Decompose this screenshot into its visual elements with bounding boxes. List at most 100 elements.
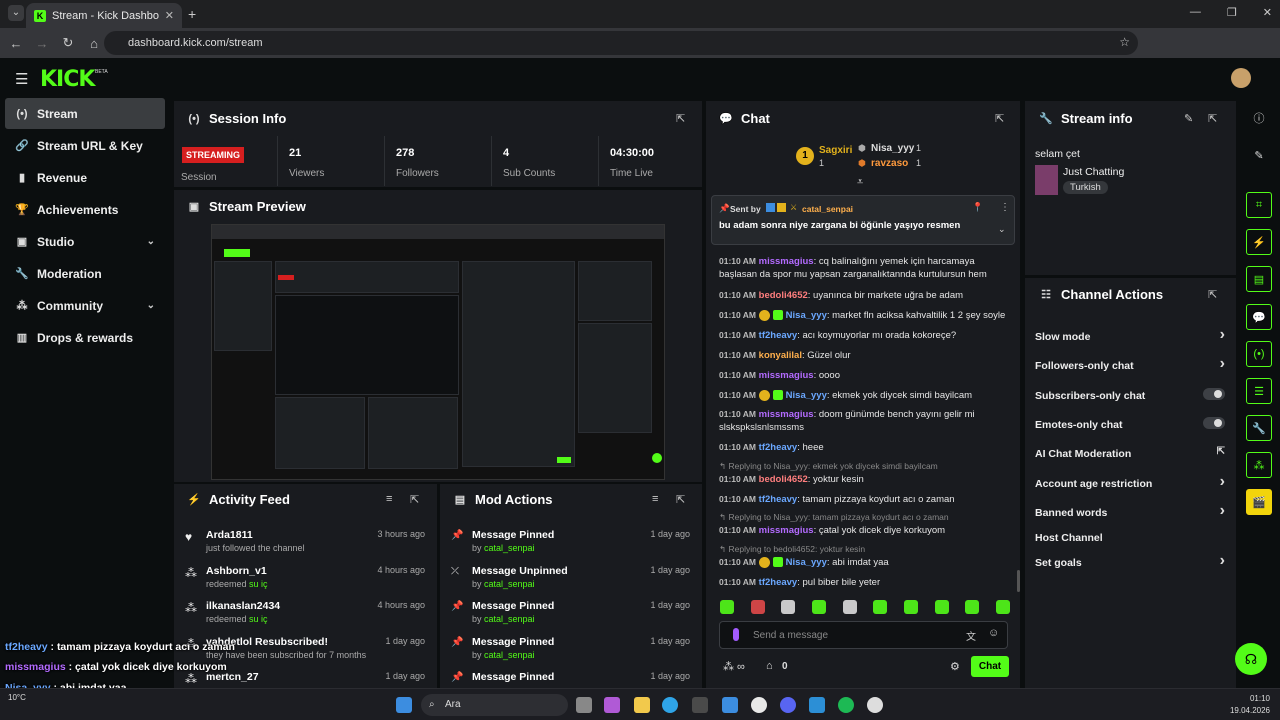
channel-action-banned-words[interactable]: Banned words › [1035,502,1225,519]
chrome-icon[interactable] [751,697,767,713]
chat-username[interactable]: bedoli4652 [759,474,808,485]
info-icon[interactable]: ⓘ [1246,105,1272,131]
store-icon[interactable] [692,697,708,713]
chat-username[interactable]: missmagius [759,525,814,536]
toggle-switch[interactable] [1203,417,1225,429]
channel-action-subscribers-only-chat[interactable]: Subscribers-only chat [1035,388,1225,402]
chat-input[interactable]: Send a message 文 ☺ [719,621,1008,649]
chevron-right-icon[interactable]: › [1220,355,1225,373]
clapper-icon[interactable]: 🎬 [1246,489,1272,515]
chat-username[interactable]: tf2heavy [759,442,798,453]
edge-icon[interactable] [662,697,678,713]
mic-icon[interactable] [733,628,739,641]
screenshot-icon[interactable]: ⌗ [1246,192,1272,218]
moderator-name[interactable]: catal_senpai [484,579,535,589]
chat-username[interactable]: tf2heavy [759,577,798,588]
taskbar-search[interactable]: ⌕ Ara [421,694,568,716]
emote-icon[interactable] [720,600,734,614]
channel-action-slow-mode[interactable]: Slow mode › [1035,326,1225,343]
system-clock[interactable]: 01:10 19.04.2026 [1230,693,1270,717]
channel-action-host-channel[interactable]: Host Channel [1035,532,1225,544]
new-tab-icon[interactable]: + [188,6,196,22]
reply-reference[interactable]: ↰ Replying to Nisa_yyy: ekmek yok diycek… [719,461,938,472]
sidebar-item-drops-rewards[interactable]: ▥ Drops & rewards [5,322,165,353]
url-field[interactable]: dashboard.kick.com/stream ☆ [104,31,1138,55]
copilot-icon[interactable] [604,697,620,713]
minimize-icon[interactable]: — [1190,6,1201,19]
popout-icon[interactable]: ⇱ [676,112,685,125]
chevron-right-icon[interactable]: › [1220,552,1225,570]
emote-icon[interactable] [781,600,796,614]
chat-send-button[interactable]: Chat [971,656,1009,677]
emote-icon[interactable] [750,600,765,614]
help-headset-icon[interactable]: ☊ [1235,643,1267,675]
weather-label[interactable]: 10°C [8,693,26,702]
pinned-sender[interactable]: catal_senpai [802,204,853,214]
sidebar-item-studio[interactable]: ▣ Studio ⌄ [5,226,165,257]
chat-username[interactable]: Nisa_yyy [786,310,827,321]
file-explorer-icon[interactable] [634,697,650,713]
external-link-icon[interactable]: ⇱ [1217,446,1225,457]
browser-tab[interactable]: K Stream - Kick Dashboard ✕ [26,3,182,28]
popout-icon[interactable]: ⇱ [1208,112,1217,125]
pencil-icon[interactable]: ✎ [1246,142,1272,168]
chat-username[interactable]: Nisa_yyy [786,557,827,568]
home-icon[interactable]: ⌂ [82,36,106,51]
chat-username[interactable]: tf2heavy [759,494,798,505]
gifter-name[interactable]: Nisa_yyy [871,143,914,154]
chat-username[interactable]: missmagius [759,409,814,420]
chat-icon[interactable]: 💬 [1246,304,1272,330]
channel-action-ai-chat-moderation[interactable]: AI Chat Moderation ⇱ [1035,446,1225,460]
unpin-icon[interactable]: 📍 [972,202,983,213]
sidebar-item-revenue[interactable]: ▮ Revenue [5,162,165,193]
moderator-name[interactable]: catal_senpai [484,543,535,553]
emote-icon[interactable] [965,600,980,614]
sidebar-item-achievements[interactable]: 🏆 Achievements [5,194,165,225]
chevron-down-icon[interactable]: ⌄ [147,236,155,247]
chevron-right-icon[interactable]: › [1220,502,1225,520]
popout-icon[interactable]: ⇱ [676,493,685,506]
chat-username[interactable]: Nisa_yyy [786,390,827,401]
bookmark-star-icon[interactable]: ☆ [1119,35,1130,49]
forward-icon[interactable]: → [30,36,54,51]
user-avatar[interactable] [1231,68,1251,88]
more-icon[interactable]: ⋮ [1000,202,1010,213]
app-icon[interactable] [809,697,825,713]
channel-action-set-goals[interactable]: Set goals › [1035,552,1225,569]
emote-icon[interactable] [903,600,918,614]
sidebar-item-moderation[interactable]: 🔧 Moderation [5,258,165,289]
popout-icon[interactable]: ⇱ [410,493,419,506]
moderator-name[interactable]: catal_senpai [484,614,535,624]
layout-icon[interactable]: ☰ [1246,378,1272,404]
users-icon[interactable]: ⁂ [1246,452,1272,478]
chevron-right-icon[interactable]: › [1220,473,1225,491]
popout-icon[interactable]: ⇱ [995,112,1004,125]
discord-icon[interactable] [780,697,796,713]
channel-action-emotes-only-chat[interactable]: Emotes-only chat [1035,417,1225,431]
broadcast-icon[interactable]: (•) [1246,341,1272,367]
back-icon[interactable]: ← [4,36,28,51]
channel-action-followers-only-chat[interactable]: Followers-only chat › [1035,355,1225,372]
gifter-name[interactable]: ravzaso [871,158,908,169]
app-icon[interactable] [722,697,738,713]
close-tab-icon[interactable]: ✕ [165,9,174,22]
translate-icon[interactable]: 文 [966,628,976,643]
window-close-icon[interactable]: ✕ [1263,6,1272,19]
sidebar-item-community[interactable]: ⁂ Community ⌄ [5,290,165,321]
filter-icon[interactable]: ≡ [652,493,658,505]
toggle-switch[interactable] [1203,388,1225,400]
document-icon[interactable]: ▤ [1246,266,1272,292]
tab-search-icon[interactable]: ⌄ [8,5,24,21]
sidebar-item-stream-url-key[interactable]: 🔗 Stream URL & Key [5,130,165,161]
edit-pencil-icon[interactable]: ✎ [1184,112,1193,125]
start-icon[interactable] [396,697,412,713]
emote-icon[interactable] [842,600,857,614]
chevron-down-icon[interactable]: ⌄ [147,300,155,311]
emote-icon[interactable] [995,600,1010,614]
sidebar-item-stream[interactable]: (•) Stream [5,98,165,129]
popout-icon[interactable]: ⇱ [1208,288,1217,301]
filter-icon[interactable]: ≡ [386,493,392,505]
emoji-icon[interactable]: ☺ [988,627,999,639]
reply-reference[interactable]: ↰ Replying to Nisa_yyy: tamam pizzaya ko… [719,512,949,523]
chat-username[interactable]: konyalilal [759,350,802,361]
